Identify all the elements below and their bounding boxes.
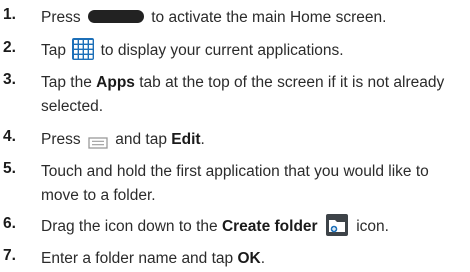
- ui-term: Create folder: [221, 218, 318, 235]
- step-text-segment: .: [200, 131, 205, 148]
- step-number: 3.: [3, 71, 16, 88]
- ui-term: OK: [237, 250, 261, 267]
- step-text-segment: .: [260, 250, 266, 267]
- step-text: Tap the Apps tab at the top of the scree…: [41, 71, 466, 119]
- step-text-segment: icon.: [351, 218, 389, 235]
- instruction-steps: 1. Press to activate the main Home screen…: [0, 0, 470, 272]
- home-button-icon: [87, 10, 144, 24]
- step-text-segment: Press: [41, 9, 85, 26]
- step-text-segment: and tap: [110, 131, 172, 148]
- step-number: 6.: [3, 215, 16, 232]
- step-text-segment: to activate the main Home screen.: [146, 9, 387, 26]
- step-text-segment: [318, 218, 322, 235]
- step-text: Touch and hold the first application tha…: [41, 160, 466, 208]
- step-text: Press to activate the main Home screen.: [41, 6, 466, 30]
- step-number: 4.: [3, 128, 16, 145]
- step-number: 7.: [3, 247, 16, 264]
- step-text-segment: Press: [41, 131, 85, 148]
- step-text-segment: Tap: [41, 42, 71, 59]
- step-text-segment: to display your current applications.: [96, 42, 344, 59]
- step-number: 2.: [3, 39, 16, 56]
- ui-term: Apps: [96, 74, 135, 91]
- step-text: Tap to display your current applications…: [41, 37, 466, 63]
- step-text: Drag the icon down to the Create folder …: [41, 213, 466, 239]
- step-number: 1.: [3, 6, 16, 23]
- ui-term: Edit: [171, 131, 201, 148]
- step-text-segment: Enter a folder name and tap: [41, 250, 238, 267]
- step-text-segment: Touch and hold the first application tha…: [41, 163, 429, 204]
- step-text-segment: Drag the icon down to the: [41, 218, 222, 235]
- step-text-segment: Tap the: [41, 74, 97, 91]
- apps-grid-icon: [72, 37, 95, 60]
- step-number: 5.: [3, 160, 16, 177]
- step-text: Enter a folder name and tap OK.: [41, 247, 466, 271]
- step-text: Press and tap Edit.: [41, 128, 466, 152]
- menu-key-icon: [88, 133, 108, 149]
- create-folder-icon: [325, 213, 348, 236]
